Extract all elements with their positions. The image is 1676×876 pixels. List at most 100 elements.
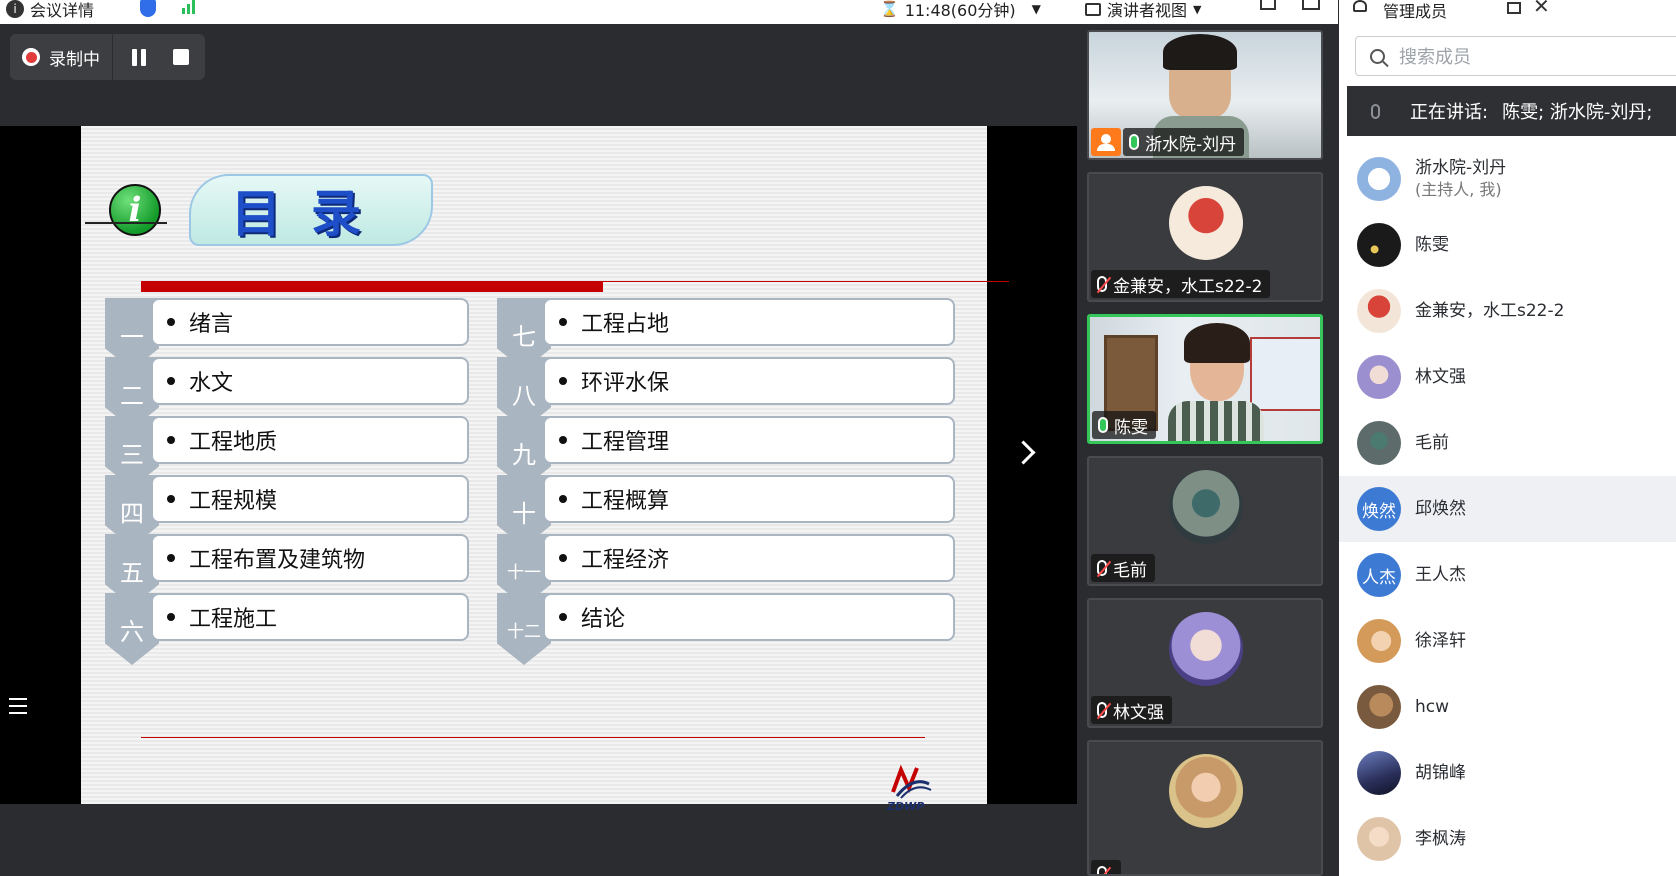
host-badge-icon <box>1091 128 1121 156</box>
member-name: 胡锦峰 <box>1415 763 1466 783</box>
participant-name-chip: 毛前 <box>1091 554 1155 582</box>
list-icon <box>9 698 27 700</box>
video-tile[interactable]: 林文强 <box>1087 598 1323 728</box>
microphone-icon <box>1098 417 1108 433</box>
member-row-selected[interactable]: 焕然 邱焕然 <box>1339 476 1676 542</box>
search-members-input[interactable]: 搜索成员 <box>1355 36 1676 76</box>
member-name: 邱焕然 <box>1415 499 1466 519</box>
toc-label: 工程规模 <box>151 475 469 523</box>
member-row[interactable]: 人杰 王人杰 <box>1339 542 1676 608</box>
microphone-muted-icon <box>1097 560 1107 576</box>
participant-name: 陈雯 <box>1114 417 1148 438</box>
member-avatar <box>1357 289 1401 333</box>
recording-bar: 录制中 <box>10 34 205 80</box>
view-mode-button[interactable]: 演讲者视图 ▼ <box>1085 0 1201 21</box>
title-underline-thin <box>603 281 1009 282</box>
close-icon[interactable]: ✕ <box>1533 0 1550 18</box>
member-row[interactable]: 胡锦峰 <box>1339 740 1676 806</box>
member-name: 浙水院-刘丹 <box>1415 158 1507 178</box>
participant-avatar <box>1169 612 1243 686</box>
slide-title-banner: 目录 <box>189 174 433 246</box>
top-toolbar: i 会议详情 ⌛ 11:48(60分钟) ▼ 演讲者视图 ▼ <box>0 0 1338 24</box>
toc-item: 六 工程施工 <box>105 593 469 665</box>
video-tile[interactable] <box>1087 740 1323 876</box>
view-mode-label: 演讲者视图 <box>1107 1 1188 20</box>
microphone-icon <box>1371 103 1380 119</box>
network-button[interactable] <box>182 0 195 14</box>
participant-name: 金兼安，水工s22-2 <box>1113 276 1263 297</box>
participant-avatar <box>1169 470 1243 544</box>
popout-icon[interactable] <box>1507 2 1521 14</box>
layout-icon <box>1085 2 1101 16</box>
toc-label: 水文 <box>151 357 469 405</box>
member-row[interactable]: 徐泽轩 <box>1339 608 1676 674</box>
panel-title: 管理成员 <box>1383 2 1448 21</box>
company-logo <box>891 764 932 799</box>
member-avatar: 焕然 <box>1357 487 1401 531</box>
search-icon <box>1370 48 1385 64</box>
video-tile[interactable]: 金兼安，水工s22-2 <box>1087 172 1323 302</box>
member-row[interactable]: 陈雯 <box>1339 212 1676 278</box>
member-name: 徐泽轩 <box>1415 631 1466 651</box>
member-row[interactable]: 李枫涛 <box>1339 806 1676 872</box>
stop-recording-button[interactable] <box>163 39 199 75</box>
member-name: 金兼安，水工s22-2 <box>1415 301 1565 321</box>
video-tile[interactable]: 毛前 <box>1087 456 1323 586</box>
members-panel: 管理成员 ✕ 搜索成员 正在讲话: 陈雯; 浙水院-刘丹; 浙水院-刘丹 (主持… <box>1339 0 1676 876</box>
meeting-info-label: 会议详情 <box>30 1 95 20</box>
title-underline <box>141 281 603 292</box>
info-icon: i <box>6 0 24 18</box>
video-column: 浙水院-刘丹 金兼安，水工s22-2 陈雯 毛前 林文强 <box>1077 24 1339 876</box>
video-tile[interactable]: 浙水院-刘丹 <box>1087 30 1323 160</box>
timer-button[interactable]: ⌛ 11:48(60分钟) ▼ <box>880 0 1041 21</box>
member-row[interactable]: 毛前 <box>1339 410 1676 476</box>
list-toggle-button[interactable] <box>0 685 42 727</box>
chevron-down-icon: ▼ <box>1193 2 1202 16</box>
member-name: hcw <box>1415 697 1450 717</box>
participant-avatar <box>1169 754 1243 828</box>
decorative-line <box>85 222 167 224</box>
participant-name-chip: 浙水院-刘丹 <box>1123 128 1245 156</box>
member-avatar <box>1357 751 1401 795</box>
member-name: 林文强 <box>1415 367 1466 387</box>
pause-recording-button[interactable] <box>121 39 157 75</box>
member-row[interactable]: 金兼安，水工s22-2 <box>1339 278 1676 344</box>
window-button[interactable] <box>1302 0 1320 10</box>
hourglass-icon: ⌛ <box>880 0 899 18</box>
toc-label: 工程管理 <box>543 416 955 464</box>
members-panel-header: 管理成员 ✕ <box>1339 0 1676 24</box>
search-placeholder: 搜索成员 <box>1399 47 1471 68</box>
member-avatar <box>1357 619 1401 663</box>
member-name: 陈雯 <box>1415 235 1449 255</box>
record-icon <box>22 48 40 66</box>
toc-label: 工程布置及建筑物 <box>151 534 469 582</box>
toc-label: 工程占地 <box>543 298 955 346</box>
member-avatar <box>1357 421 1401 465</box>
video-tile-active[interactable]: 陈雯 <box>1087 314 1323 444</box>
toc-label: 结论 <box>543 593 955 641</box>
microphone-muted-icon <box>1097 702 1107 718</box>
chevron-down-icon: ▼ <box>1031 2 1041 16</box>
meeting-info-button[interactable]: i 会议详情 <box>6 0 94 21</box>
member-row[interactable]: 林文强 <box>1339 344 1676 410</box>
info-icon: i <box>109 184 161 236</box>
toc-label: 工程经济 <box>543 534 955 582</box>
footer-line <box>141 737 925 738</box>
member-avatar <box>1357 685 1401 729</box>
member-name-block: 浙水院-刘丹 (主持人, 我) <box>1415 157 1506 201</box>
security-button[interactable] <box>140 0 156 17</box>
member-avatar <box>1357 817 1401 861</box>
member-role: (主持人, 我) <box>1415 180 1502 199</box>
member-row[interactable]: 浙水院-刘丹 (主持人, 我) <box>1339 146 1676 212</box>
shield-icon <box>140 0 156 17</box>
fullscreen-button[interactable] <box>1260 0 1276 10</box>
participant-avatar <box>1169 186 1243 260</box>
member-name: 王人杰 <box>1415 565 1466 585</box>
microphone-muted-icon <box>1097 866 1107 874</box>
toc-label: 环评水保 <box>543 357 955 405</box>
speaking-names: 陈雯; 浙水院-刘丹; <box>1502 102 1653 123</box>
timer-label: 11:48(60分钟) <box>904 1 1016 20</box>
participant-name: 浙水院-刘丹 <box>1145 134 1237 155</box>
toc-label: 工程施工 <box>151 593 469 641</box>
member-row[interactable]: hcw <box>1339 674 1676 740</box>
